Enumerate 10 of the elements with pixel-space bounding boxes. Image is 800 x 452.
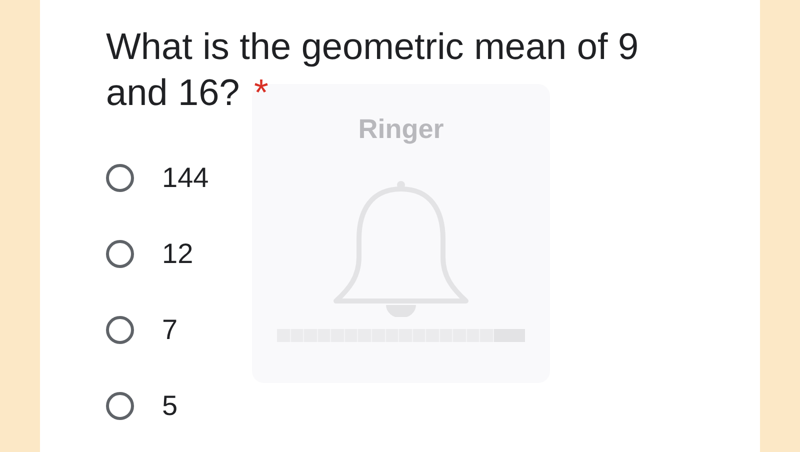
option-label: 5 [162, 390, 178, 422]
radio-button[interactable] [106, 316, 134, 344]
option-label: 7 [162, 314, 178, 346]
question-text: What is the geometric mean of 9 and 16? * [106, 25, 640, 115]
radio-button[interactable] [106, 392, 134, 420]
panel-title: Ringer [358, 114, 444, 145]
option-label: 144 [162, 162, 209, 194]
option-label: 12 [162, 238, 194, 270]
radio-button[interactable] [106, 240, 134, 268]
radio-button[interactable] [106, 164, 134, 192]
